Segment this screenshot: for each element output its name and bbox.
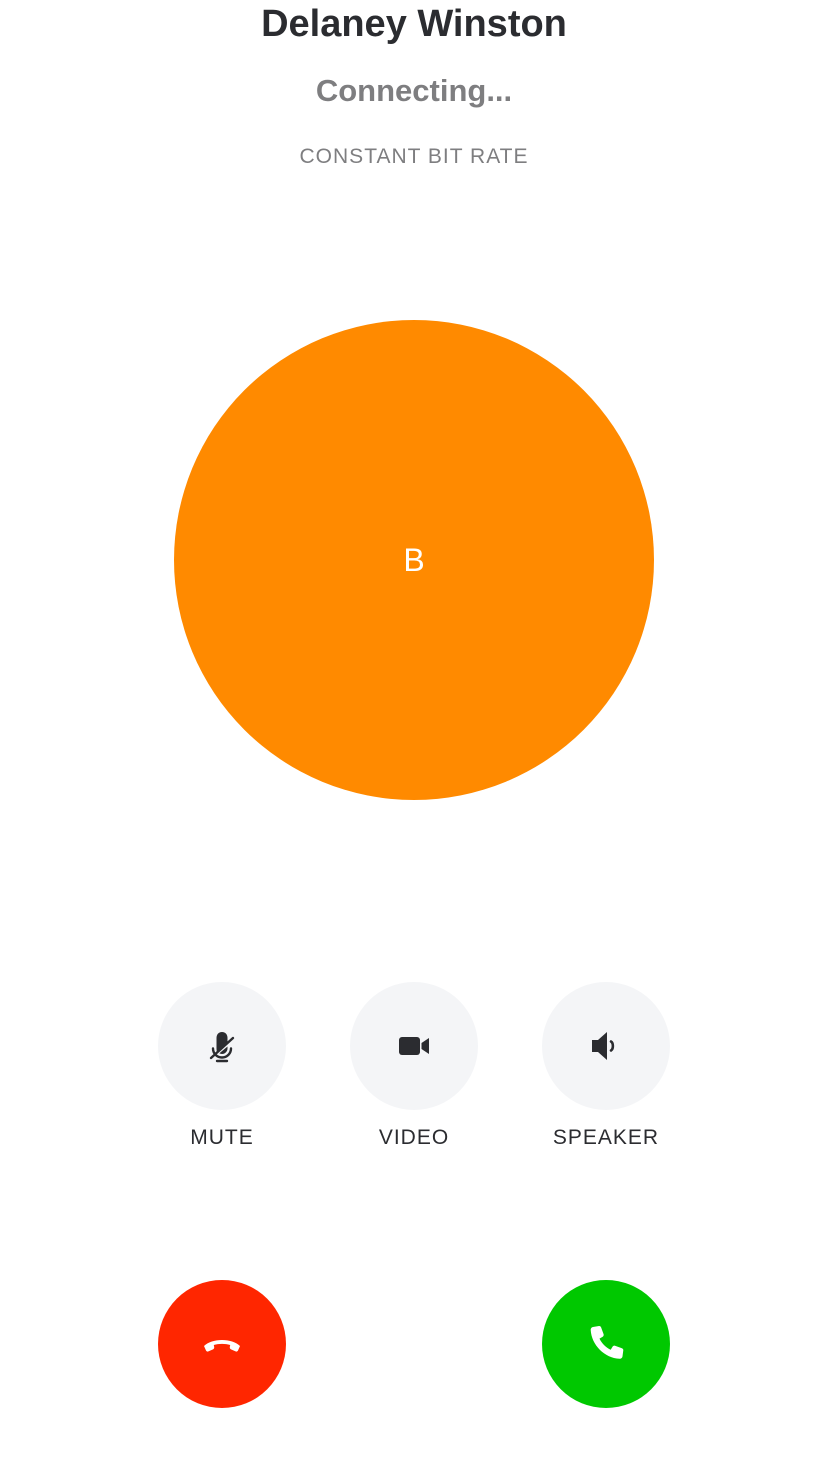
speaker-label: SPEAKER bbox=[552, 1126, 660, 1149]
decline-call-button[interactable] bbox=[158, 1280, 286, 1408]
mic-off-icon bbox=[209, 1032, 235, 1063]
video-button[interactable] bbox=[350, 982, 478, 1110]
call-mode-label: CONSTANT BIT RATE bbox=[299, 145, 529, 168]
call-status: Connecting... bbox=[315, 73, 513, 108]
phone-icon bbox=[590, 1325, 624, 1359]
caller-name: Delaney Winston bbox=[261, 3, 567, 45]
speaker-button[interactable] bbox=[542, 982, 670, 1110]
mute-control: MUTE bbox=[122, 982, 322, 1151]
avatar: B bbox=[174, 320, 654, 800]
video-camera-icon bbox=[399, 1037, 429, 1055]
hang-up-icon bbox=[204, 1340, 240, 1352]
mute-button[interactable] bbox=[158, 982, 286, 1110]
speaker-icon bbox=[592, 1032, 615, 1060]
video-label: VIDEO bbox=[378, 1126, 450, 1149]
accept-call-button[interactable] bbox=[542, 1280, 670, 1408]
avatar-initial: B bbox=[403, 542, 425, 578]
video-control: VIDEO bbox=[314, 982, 514, 1151]
speaker-control: SPEAKER bbox=[506, 982, 706, 1151]
mute-label: MUTE bbox=[190, 1126, 254, 1149]
